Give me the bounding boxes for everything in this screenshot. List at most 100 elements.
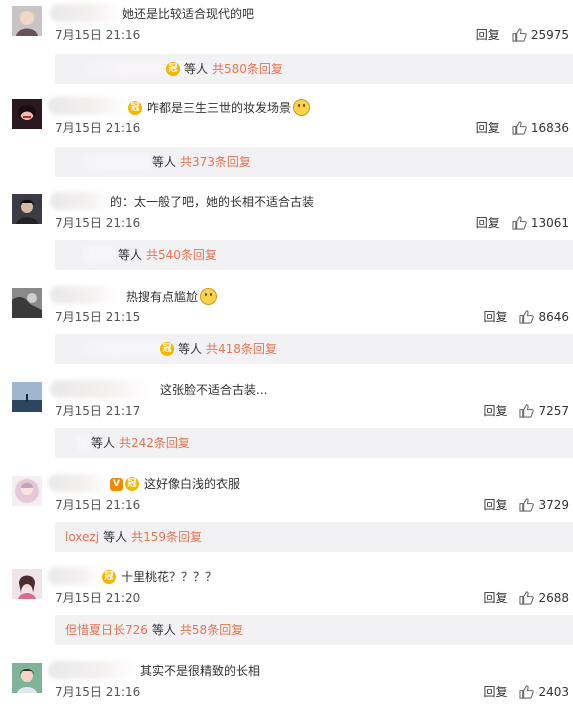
sub-replies-total-link[interactable]: 共242条回复 — [119, 428, 190, 458]
username-blurred[interactable] — [50, 4, 122, 22]
avatar[interactable] — [12, 382, 42, 412]
sub-replies-mid: 等人 — [103, 530, 128, 544]
comment-text: 这好像白浅的衣服 — [144, 477, 241, 491]
sub-replies-users-blurred — [75, 154, 150, 170]
sub-replies-mid: 等人 — [91, 436, 116, 450]
sub-replies-summary: 等人 共540条回复 — [118, 240, 217, 270]
sub-replies-mid: 等人 — [151, 623, 176, 637]
avatar[interactable] — [12, 6, 42, 36]
username-blurred[interactable] — [48, 474, 108, 492]
comment-actions: 回复 13061 — [476, 215, 569, 231]
comment-text-line: 其实不是很精致的长相 — [140, 663, 260, 679]
avatar[interactable] — [12, 663, 42, 693]
sub-replies-box[interactable]: 等人 共540条回复 — [55, 240, 573, 270]
thumbs-up-icon[interactable] — [519, 685, 535, 699]
comment-date: 7月15日 21:16 — [55, 498, 141, 512]
comment-text-line: 冠 十里桃花？？？？ — [102, 569, 217, 585]
comment-actions: 回复 2688 — [483, 590, 569, 606]
comment-date: 7月15日 21:16 — [55, 121, 141, 135]
reply-button[interactable]: 回复 — [476, 120, 500, 136]
reply-button[interactable]: 回复 — [483, 497, 507, 513]
comment-text: 的：太一般了吧，她的长相不适合古装 — [110, 195, 315, 209]
like-count: 13061 — [530, 216, 569, 230]
reply-button[interactable]: 回复 — [483, 684, 507, 700]
avatar[interactable] — [12, 569, 42, 599]
sub-replies-user-link[interactable]: loxezj — [65, 522, 99, 552]
comment-text-line: 她还是比较适合现代的吧 — [122, 6, 254, 22]
comment-actions: 回复 25975 — [476, 27, 569, 43]
vip-crown-icon: 冠 — [166, 62, 180, 76]
reply-button[interactable]: 回复 — [483, 590, 507, 606]
sub-replies-mid: 等人 — [184, 62, 209, 76]
comment-actions: 回复 3729 — [483, 497, 569, 513]
sub-replies-box[interactable]: loxezj 等人 共159条回复 — [55, 522, 573, 552]
comment-text: 她还是比较适合现代的吧 — [122, 7, 255, 21]
sub-replies-total-link[interactable]: 共580条回复 — [212, 54, 283, 84]
avatar[interactable] — [12, 194, 42, 224]
sub-replies-box[interactable]: 冠 等人 共580条回复 — [55, 54, 573, 84]
sub-replies-total-link[interactable]: 共159条回复 — [131, 522, 202, 552]
comment-actions: 回复 16836 — [476, 120, 569, 136]
reply-button[interactable]: 回复 — [483, 403, 507, 419]
thumbs-up-icon[interactable] — [519, 591, 535, 605]
comment-text-line: 冠 咋都是三生三世的妆发场景 — [128, 99, 311, 116]
thumbs-up-icon[interactable] — [519, 498, 535, 512]
sub-replies-mid: 等人 — [152, 155, 177, 169]
thumbs-up-icon[interactable] — [512, 28, 527, 42]
smiley-emoji-icon — [200, 288, 218, 305]
username-blurred[interactable] — [48, 97, 128, 115]
reply-button[interactable]: 回复 — [476, 27, 500, 43]
username-blurred[interactable] — [50, 380, 150, 398]
verified-v-icon: V — [110, 477, 123, 491]
vip-crown-icon: 冠 — [160, 342, 174, 356]
avatar[interactable] — [12, 288, 42, 318]
sub-replies-user-link[interactable]: 但惜夏日长726 — [65, 615, 148, 645]
comment-actions: 回复 8646 — [483, 309, 569, 325]
thumbs-up-icon[interactable] — [519, 404, 535, 418]
sub-replies-box[interactable]: 但惜夏日长726 等人 共58条回复 — [55, 615, 573, 645]
avatar[interactable] — [12, 476, 42, 506]
username-blurred[interactable] — [48, 567, 102, 585]
username-blurred[interactable] — [50, 286, 116, 304]
comment-date: 7月15日 21:16 — [55, 216, 141, 230]
vip-crown-icon: 冠 — [102, 570, 116, 584]
reply-button[interactable]: 回复 — [483, 309, 507, 325]
comment-actions: 回复 2403 — [483, 684, 569, 700]
thumbs-up-icon[interactable] — [512, 216, 527, 230]
comment-date: 7月15日 21:16 — [55, 28, 141, 42]
sub-replies-box[interactable]: 等人 共373条回复 — [55, 147, 573, 177]
sub-replies-total-link[interactable]: 共540条回复 — [146, 240, 217, 270]
comment-text-line: 热搜有点尴尬 — [126, 288, 218, 305]
sub-replies-box[interactable]: 冠 等人 共418条回复 — [55, 334, 573, 364]
sub-replies-mid: 等人 — [178, 342, 203, 356]
sub-replies-users-blurred — [75, 435, 90, 451]
sub-replies-summary: 冠 等人 共418条回复 — [160, 334, 277, 364]
like-count: 25975 — [530, 28, 569, 42]
sub-replies-summary: loxezj 等人 共159条回复 — [65, 522, 202, 552]
sub-replies-users-blurred — [75, 341, 170, 357]
comment-text-line: V 冠 这好像白浅的衣服 — [110, 476, 240, 492]
reply-button[interactable]: 回复 — [476, 215, 500, 231]
vip-crown-icon: 冠 — [128, 100, 142, 115]
sub-replies-total-link[interactable]: 共58条回复 — [180, 615, 243, 645]
like-count: 3729 — [538, 498, 569, 512]
vip-crown-icon: 冠 — [125, 477, 139, 491]
comment-date: 7月15日 21:15 — [55, 310, 141, 324]
comment-text: 咋都是三生三世的妆发场景 — [147, 100, 292, 115]
comment-actions: 回复 7257 — [483, 403, 569, 419]
sub-replies-box[interactable]: 等人 共242条回复 — [55, 428, 573, 458]
like-count: 2403 — [538, 685, 569, 699]
username-blurred[interactable] — [50, 192, 112, 210]
sub-replies-total-link[interactable]: 共373条回复 — [180, 147, 251, 177]
username-blurred[interactable] — [48, 661, 136, 679]
comment-text: 十里桃花？？？？ — [121, 570, 218, 584]
comment-text: 其实不是很精致的长相 — [140, 664, 261, 678]
avatar[interactable] — [12, 99, 42, 129]
comment-text: 热搜有点尴尬 — [126, 289, 199, 304]
thumbs-up-icon[interactable] — [512, 121, 527, 135]
sub-replies-summary: 但惜夏日长726 等人 共58条回复 — [65, 615, 243, 645]
thumbs-up-icon[interactable] — [519, 310, 535, 324]
sub-replies-summary: 冠 等人 共580条回复 — [166, 54, 283, 84]
sub-replies-total-link[interactable]: 共418条回复 — [206, 334, 277, 364]
comment-date: 7月15日 21:17 — [55, 404, 141, 418]
